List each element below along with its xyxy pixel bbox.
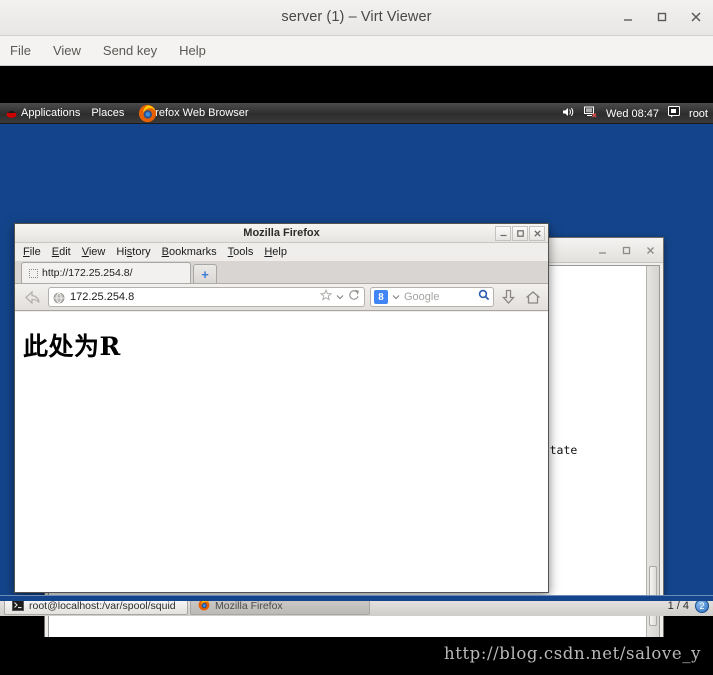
- speaker-icon[interactable]: [562, 106, 575, 121]
- firefox-icon[interactable]: [138, 104, 157, 123]
- menu-bookmarks[interactable]: Bookmarks: [162, 246, 217, 258]
- close-icon[interactable]: [687, 8, 705, 26]
- redhat-icon: [6, 110, 17, 118]
- globe-icon: [53, 291, 65, 304]
- pager-badge[interactable]: 2: [695, 599, 709, 613]
- urlbar-icons: [319, 288, 360, 306]
- virt-viewer-menubar: File View Send key Help: [0, 36, 713, 66]
- places-label: Places: [91, 107, 125, 119]
- applications-menu[interactable]: Applications: [6, 107, 80, 119]
- menu-file[interactable]: File: [23, 246, 41, 258]
- user-status-icon[interactable]: [668, 106, 681, 121]
- applications-label: Applications: [21, 107, 81, 119]
- virt-viewer-window-controls: [619, 8, 705, 26]
- terminal-window-controls: [597, 243, 656, 261]
- menu-help[interactable]: Help: [264, 246, 287, 258]
- back-icon[interactable]: [21, 287, 43, 307]
- desktop-wallpaper: wap.state abled) (process:2803): GLib-CR…: [0, 124, 713, 637]
- page-viewport: 此处为R: [15, 312, 548, 592]
- blank-favicon: [29, 268, 38, 278]
- taskbar-top-strip: [0, 596, 713, 601]
- watermark-strip: http://blog.csdn.net/salove_y: [0, 637, 713, 675]
- menu-tools[interactable]: Tools: [228, 246, 254, 258]
- gnome-taskbar: root@localhost:/var/spool/squid Mozilla …: [0, 595, 713, 616]
- minimize-icon[interactable]: [495, 226, 511, 241]
- menu-view[interactable]: View: [82, 246, 106, 258]
- taskbar-label-terminal: root@localhost:/var/spool/squid: [29, 600, 176, 612]
- chevron-down-icon[interactable]: [392, 288, 400, 306]
- maximize-icon[interactable]: [653, 8, 671, 26]
- minimize-icon[interactable]: [619, 8, 637, 26]
- url-bar[interactable]: 172.25.254.8: [48, 287, 365, 307]
- taskbar-label-firefox: Mozilla Firefox: [215, 600, 283, 612]
- search-bar[interactable]: 8 Google: [370, 287, 494, 307]
- menu-history[interactable]: History: [116, 246, 150, 258]
- firefox-window[interactable]: Mozilla Firefox File Edit View History B…: [14, 223, 549, 593]
- places-menu[interactable]: Places: [91, 107, 124, 119]
- menu-edit[interactable]: Edit: [52, 246, 71, 258]
- virt-viewer-title: server (1) – Virt Viewer: [281, 9, 432, 25]
- firefox-tabbar: http://172.25.254.8/ +: [15, 261, 548, 284]
- panel-tray: Wed 08:47 root: [562, 103, 708, 124]
- page-heading: 此处为R: [23, 332, 121, 361]
- terminal-scrollbar[interactable]: [646, 266, 659, 637]
- guest-screen: Applications Places Firefox Web Browser: [0, 66, 713, 637]
- menu-view[interactable]: View: [53, 43, 81, 58]
- menu-file[interactable]: File: [10, 43, 31, 58]
- search-engine-icon[interactable]: 8: [374, 290, 388, 304]
- screenshot-root: server (1) – Virt Viewer File View Send …: [0, 0, 713, 675]
- firefox-window-title: Mozilla Firefox: [243, 227, 320, 239]
- guest-desktop: Applications Places Firefox Web Browser: [0, 103, 713, 637]
- reload-icon[interactable]: [348, 288, 360, 306]
- virt-viewer-titlebar: server (1) – Virt Viewer: [0, 0, 713, 36]
- panel-window-label[interactable]: Firefox Web Browser: [146, 107, 249, 119]
- maximize-icon[interactable]: [512, 226, 528, 241]
- firefox-menubar: File Edit View History Bookmarks Tools H…: [15, 243, 548, 261]
- menu-send-key[interactable]: Send key: [103, 43, 157, 58]
- star-icon[interactable]: [319, 288, 333, 306]
- search-input[interactable]: Google: [404, 291, 474, 303]
- chevron-down-icon[interactable]: [336, 288, 344, 306]
- home-icon[interactable]: [523, 287, 542, 307]
- clock-label[interactable]: Wed 08:47: [606, 108, 659, 120]
- menu-help[interactable]: Help: [179, 43, 206, 58]
- firefox-titlebar: Mozilla Firefox: [15, 224, 548, 243]
- network-icon[interactable]: [584, 106, 597, 121]
- firefox-navbar: 172.25.254.8 8 Google: [15, 284, 548, 311]
- download-icon[interactable]: [499, 287, 518, 307]
- gnome-top-panel: Applications Places Firefox Web Browser: [0, 103, 713, 124]
- minimize-icon[interactable]: [597, 243, 608, 261]
- workspace-switcher[interactable]: 1 / 4 2: [668, 599, 709, 613]
- maximize-icon[interactable]: [621, 243, 632, 261]
- virt-viewer-window: server (1) – Virt Viewer File View Send …: [0, 0, 713, 637]
- watermark-text: http://blog.csdn.net/salove_y: [443, 644, 701, 663]
- url-input[interactable]: 172.25.254.8: [70, 291, 315, 303]
- user-label[interactable]: root: [689, 108, 708, 120]
- new-tab-button[interactable]: +: [193, 264, 217, 283]
- browser-tab[interactable]: http://172.25.254.8/: [21, 262, 191, 283]
- close-icon[interactable]: [529, 226, 545, 241]
- workspace-indicator: 1 / 4: [667, 600, 689, 612]
- firefox-window-controls: [495, 226, 545, 241]
- tab-title: http://172.25.254.8/: [42, 267, 133, 279]
- panel-left-group: Applications Places: [0, 107, 124, 119]
- search-icon[interactable]: [478, 288, 490, 306]
- close-icon[interactable]: [645, 243, 656, 261]
